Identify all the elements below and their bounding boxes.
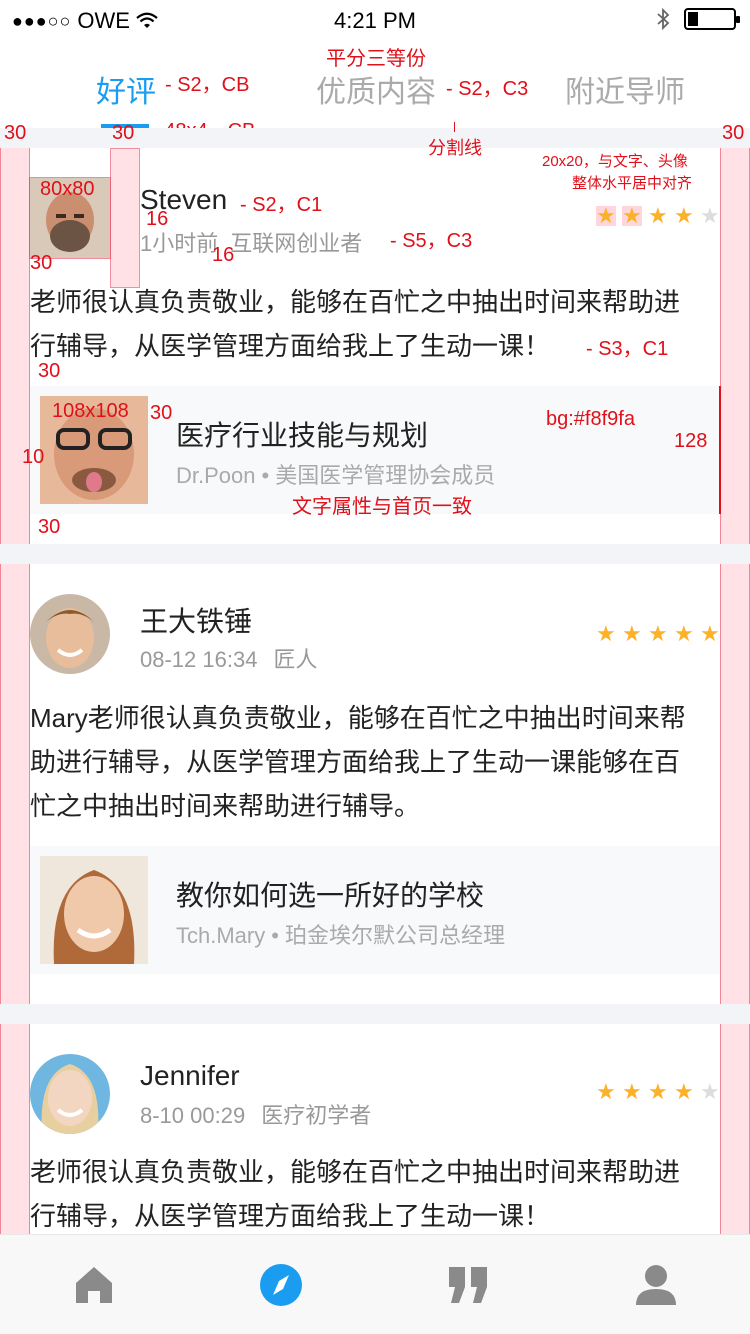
annotation-gap-10: 10 bbox=[22, 446, 45, 468]
annotation-bottom-gap: 30 bbox=[38, 516, 61, 538]
course-subtitle: Dr.Poon • 美国医学管理协会成员 bbox=[176, 463, 496, 488]
reviewer-name: Jennifer bbox=[140, 1060, 240, 1091]
review-meta: 1小时前 互联网创业者 bbox=[140, 231, 363, 256]
status-time: 4:21 PM bbox=[334, 8, 416, 33]
annotation-course-height: 128 bbox=[674, 430, 708, 452]
review-card-3[interactable]: Jennifer 8-10 00:29 医疗初学者 ★ ★ ★ ★ ★ 老师很认真… bbox=[0, 1024, 750, 1234]
annotation-meta: - S5，C3 bbox=[390, 230, 473, 252]
annotation-star-spec-2: 整体水平居中对齐 bbox=[572, 175, 693, 192]
star-icon: ★ bbox=[622, 621, 642, 646]
star-icon: ★ bbox=[674, 1079, 694, 1104]
annotation-text-props: 文字属性与首页一致 bbox=[292, 496, 472, 518]
gap-guide bbox=[110, 148, 140, 288]
tab-quality-content[interactable]: 优质内容 bbox=[316, 67, 436, 111]
star-icon: ★ bbox=[596, 1079, 616, 1104]
status-bar: ●●●○○ OWE 4:21 PM bbox=[0, 0, 750, 40]
review-meta: 08-12 16:34 匠人 bbox=[140, 647, 318, 672]
rating-stars: ★ ★ ★ ★ ★ bbox=[596, 621, 720, 646]
review-card-2[interactable]: 王大铁锤 08-12 16:34 匠人 ★ ★ ★ ★ ★ Mary老师很认真负责… bbox=[0, 564, 750, 1004]
star-icon: ★ bbox=[648, 1079, 668, 1104]
star-icon: ★ bbox=[596, 203, 616, 228]
rating-stars: ★ ★ ★ ★ ★ bbox=[596, 203, 720, 228]
reviewer-name: 王大铁锤 bbox=[140, 606, 253, 637]
tab-good-reviews[interactable]: 好评 bbox=[96, 67, 156, 111]
star-empty-icon: ★ bbox=[700, 203, 720, 228]
annotation-course-bg: bg:#f8f9fa bbox=[546, 408, 635, 430]
star-icon: ★ bbox=[596, 621, 616, 646]
star-icon: ★ bbox=[674, 203, 694, 228]
star-icon: ★ bbox=[648, 621, 668, 646]
compass-icon[interactable] bbox=[259, 1263, 303, 1307]
course-title: 医疗行业技能与规划 bbox=[176, 420, 429, 451]
review-meta: 8-10 00:29 医疗初学者 bbox=[140, 1103, 372, 1128]
annotation-tick bbox=[454, 122, 455, 132]
annotation-margin-right: 30 bbox=[722, 122, 745, 144]
review-card-1[interactable]: 80x80 Steven - S2，C1 16 1小时前 互联网创业者 16 - … bbox=[0, 148, 750, 544]
profile-icon[interactable] bbox=[634, 1263, 678, 1307]
bottom-tab-bar bbox=[0, 1234, 750, 1334]
course-card[interactable]: 教你如何选一所好的学校 Tch.Mary • 珀金埃尔默公司总经理 bbox=[30, 846, 720, 974]
review-content: Mary老师很认真负责敬业，能够在百忙之中抽出时间来帮 助进行辅导，从医学管理方… bbox=[30, 703, 686, 821]
course-title: 教你如何选一所好的学校 bbox=[176, 880, 485, 911]
annotation-thumb-size: 108x108 bbox=[52, 400, 129, 422]
course-subtitle: Tch.Mary • 珀金埃尔默公司总经理 bbox=[176, 923, 505, 948]
annotation-margin-top: 30 bbox=[30, 252, 53, 274]
review-content: 老师很认真负责敬业，能够在百忙之中抽出时间来帮助进 行辅导，从医学管理方面给我上… bbox=[30, 1157, 681, 1231]
card-separator bbox=[0, 1004, 750, 1024]
annotation-content: - S3，C1 bbox=[586, 338, 669, 360]
annotation-height-bracket bbox=[719, 386, 721, 514]
annotation-tab-inactive: - S2，C3 bbox=[446, 78, 529, 100]
rating-stars: ★ ★ ★ ★ ★ bbox=[596, 1079, 720, 1104]
star-icon: ★ bbox=[700, 621, 720, 646]
star-empty-icon: ★ bbox=[700, 1079, 720, 1104]
course-card[interactable]: 108x108 30 10 医疗行业技能与规划 Dr.Poon • 美国医学管理协会… bbox=[22, 386, 720, 518]
tab-nearby-mentors[interactable]: 附近导师 bbox=[565, 67, 685, 111]
quote-icon[interactable] bbox=[447, 1263, 491, 1307]
annotation-margin-left: 30 bbox=[4, 122, 27, 144]
star-icon: ★ bbox=[648, 203, 668, 228]
reviewer-avatar[interactable] bbox=[30, 1054, 110, 1134]
annotation-margin-avatar: 30 bbox=[112, 122, 135, 144]
star-icon: ★ bbox=[622, 1079, 642, 1104]
home-icon[interactable] bbox=[72, 1263, 116, 1307]
annotation-star-spec-1: 20x20，与文字、头像 bbox=[542, 153, 688, 170]
annotation-avatar-size: 80x80 bbox=[40, 178, 95, 200]
reviewer-avatar[interactable] bbox=[30, 594, 110, 674]
battery-icon bbox=[684, 8, 740, 30]
annotation-content-gap: 30 bbox=[38, 360, 61, 382]
annotation-name: - S2，C1 bbox=[240, 194, 323, 216]
segment-tabs: 好评 优质内容 附近导师 bbox=[0, 55, 750, 130]
bluetooth-icon bbox=[657, 8, 670, 30]
star-icon: ★ bbox=[622, 203, 642, 228]
star-icon: ★ bbox=[674, 621, 694, 646]
annotation-thumb-gap: 30 bbox=[150, 402, 173, 424]
card-separator bbox=[0, 544, 750, 564]
annotation-gap-16b: 16 bbox=[212, 244, 235, 266]
course-thumbnail bbox=[40, 856, 148, 964]
annotation-tab-active: - S2，CB bbox=[165, 74, 250, 96]
